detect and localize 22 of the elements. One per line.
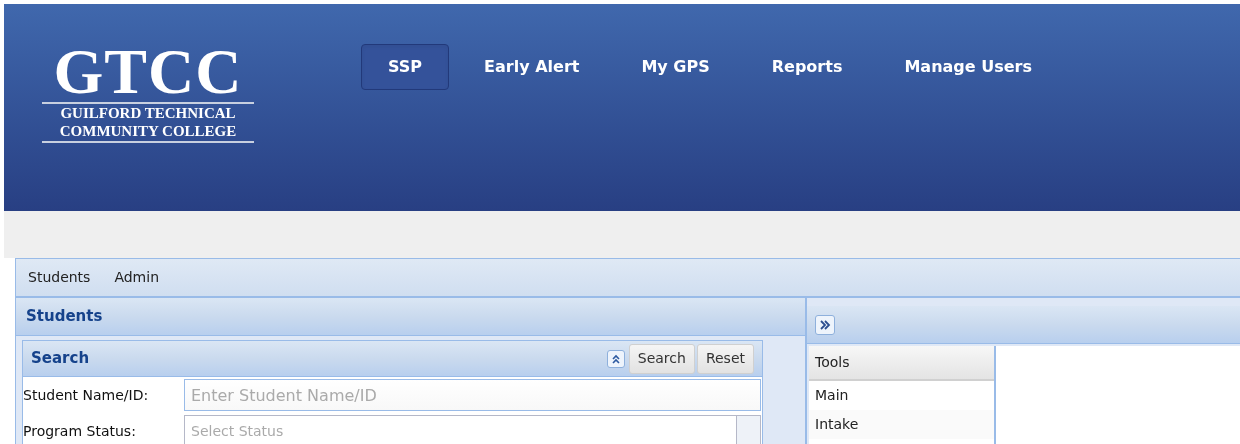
field-label: Program Status: xyxy=(23,421,137,441)
logo-initials: GTCC xyxy=(53,44,243,100)
toolbar-button[interactable]: Search xyxy=(628,343,695,374)
input-field[interactable]: Enter Student Name/ID xyxy=(184,379,761,411)
field-label: Student Name/ID: xyxy=(23,385,150,405)
double-chevron-icon xyxy=(819,319,831,330)
menu-item[interactable]: Students xyxy=(28,267,91,288)
list-item[interactable]: Intake xyxy=(809,410,994,439)
section-title: Search xyxy=(31,348,91,370)
nav-tab[interactable]: Manage Users xyxy=(877,44,1059,90)
toolbar-button[interactable]: Reset xyxy=(696,343,754,374)
menu-item[interactable]: Admin xyxy=(114,267,160,288)
expand-button[interactable] xyxy=(815,314,835,335)
nav-tab[interactable]: Early Alert xyxy=(457,44,607,90)
panel-title: Students xyxy=(26,306,103,328)
collapse-icon[interactable] xyxy=(606,349,625,368)
logo-line: COMMUNITY COLLEGE xyxy=(42,122,254,143)
nav-tab[interactable]: My GPS xyxy=(614,44,737,90)
nav-tab[interactable]: Reports xyxy=(744,44,870,90)
logo-line: GUILFORD TECHNICAL xyxy=(42,102,254,122)
nav-tab[interactable]: SSP xyxy=(361,44,450,90)
column-header: Tools xyxy=(809,346,994,381)
